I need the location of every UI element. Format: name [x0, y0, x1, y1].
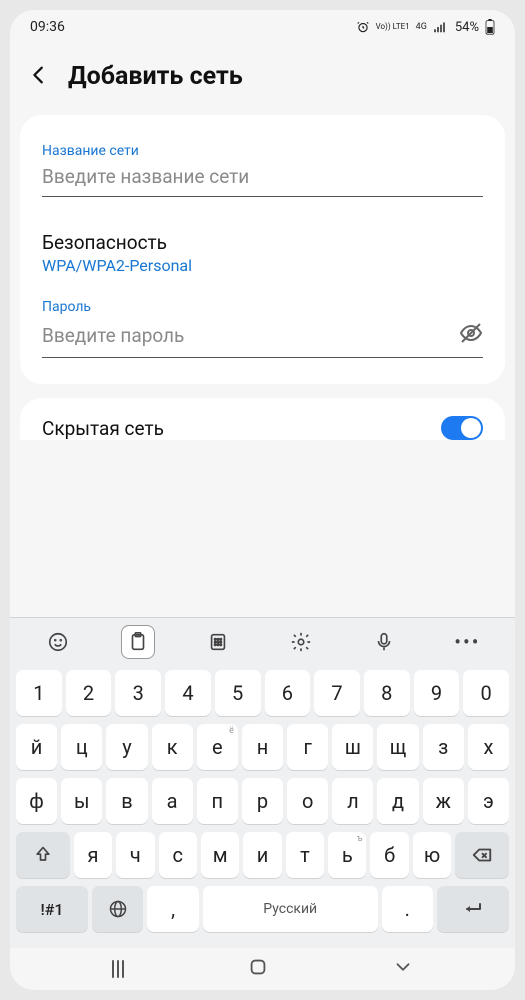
- kb-row-1: йцукеёнгшщзх: [14, 724, 511, 770]
- keypad-icon[interactable]: [198, 622, 238, 662]
- more-icon[interactable]: •••: [447, 622, 487, 662]
- key-к[interactable]: к: [152, 724, 193, 770]
- key-в[interactable]: в: [106, 778, 147, 824]
- kb-row-numbers: 1234567890: [14, 670, 511, 716]
- clipboard-icon[interactable]: [121, 625, 155, 659]
- keyboard-toolbar: •••: [10, 618, 515, 666]
- back-button[interactable]: [28, 64, 50, 90]
- nav-bar: [10, 948, 515, 990]
- alarm-icon: [356, 20, 370, 34]
- network-name-label: Название сети: [42, 143, 483, 159]
- key-7[interactable]: 7: [314, 670, 360, 716]
- key-0[interactable]: 0: [463, 670, 509, 716]
- page-title: Добавить сеть: [68, 62, 243, 91]
- password-placeholder: Введите пароль: [42, 324, 459, 347]
- key-1[interactable]: 1: [16, 670, 62, 716]
- key-н[interactable]: н: [242, 724, 283, 770]
- nav-back[interactable]: [392, 956, 414, 982]
- network-form-card: Название сети Введите название сети Безо…: [20, 115, 505, 384]
- key-shift[interactable]: [16, 832, 70, 878]
- hidden-network-toggle[interactable]: [441, 416, 483, 440]
- kb-row-bottom: !#1 , Русский .: [14, 886, 511, 932]
- key-л[interactable]: л: [332, 778, 373, 824]
- key-5[interactable]: 5: [215, 670, 261, 716]
- page-header: Добавить сеть: [10, 44, 515, 115]
- key-я[interactable]: я: [74, 832, 112, 878]
- toggle-password-visibility-icon[interactable]: [459, 321, 483, 349]
- key-м[interactable]: м: [201, 832, 239, 878]
- key-comma[interactable]: ,: [147, 886, 198, 932]
- key-enter[interactable]: [437, 886, 509, 932]
- status-time: 09:36: [30, 19, 65, 35]
- key-ю[interactable]: ю: [413, 832, 451, 878]
- key-з[interactable]: з: [423, 724, 464, 770]
- security-label: Безопасность: [42, 231, 483, 254]
- key-о[interactable]: о: [287, 778, 328, 824]
- key-б[interactable]: б: [370, 832, 408, 878]
- status-battery: 54%: [455, 20, 479, 35]
- nav-recent[interactable]: [112, 960, 124, 978]
- key-backspace[interactable]: [455, 832, 509, 878]
- key-ш[interactable]: ш: [332, 724, 373, 770]
- settings-icon[interactable]: [281, 622, 321, 662]
- key-д[interactable]: д: [377, 778, 418, 824]
- key-а[interactable]: а: [152, 778, 193, 824]
- key-у[interactable]: у: [106, 724, 147, 770]
- statusbar: 09:36 Vo)) LTE1 4G 54%: [10, 10, 515, 44]
- key-ч[interactable]: ч: [116, 832, 154, 878]
- mic-icon[interactable]: [364, 622, 404, 662]
- nav-home[interactable]: [247, 956, 269, 982]
- key-и[interactable]: и: [243, 832, 281, 878]
- key-х[interactable]: х: [468, 724, 509, 770]
- key-8[interactable]: 8: [364, 670, 410, 716]
- status-net2: 4G: [416, 22, 427, 32]
- key-space[interactable]: Русский: [203, 886, 378, 932]
- key-dot[interactable]: .: [382, 886, 433, 932]
- battery-icon: [485, 19, 495, 35]
- key-symbols[interactable]: !#1: [16, 886, 88, 932]
- key-6[interactable]: 6: [265, 670, 311, 716]
- keyboard: ••• 1234567890 йцукеёнгшщзх фывапролджэ …: [10, 617, 515, 948]
- key-е[interactable]: её: [197, 724, 238, 770]
- key-п[interactable]: п: [197, 778, 238, 824]
- key-щ[interactable]: щ: [377, 724, 418, 770]
- security-value[interactable]: WPA/WPA2-Personal: [42, 256, 483, 275]
- network-name-placeholder: Введите название сети: [42, 165, 483, 188]
- key-э[interactable]: э: [468, 778, 509, 824]
- status-net1: Vo)) LTE1: [376, 23, 410, 31]
- key-ь[interactable]: ьъ: [328, 832, 366, 878]
- key-с[interactable]: с: [159, 832, 197, 878]
- key-ы[interactable]: ы: [61, 778, 102, 824]
- signal-icon: [433, 21, 449, 33]
- key-3[interactable]: 3: [115, 670, 161, 716]
- key-ж[interactable]: ж: [423, 778, 464, 824]
- key-ф[interactable]: ф: [16, 778, 57, 824]
- hidden-network-row[interactable]: Скрытая сеть: [20, 398, 505, 440]
- password-input[interactable]: Введите пароль: [42, 321, 483, 358]
- kb-row-2: фывапролджэ: [14, 778, 511, 824]
- key-г[interactable]: г: [287, 724, 328, 770]
- kb-row-3: ячсмитьъбю: [14, 832, 511, 878]
- network-name-input[interactable]: Введите название сети: [42, 165, 483, 197]
- key-р[interactable]: р: [242, 778, 283, 824]
- emoji-icon[interactable]: [38, 622, 78, 662]
- key-2[interactable]: 2: [66, 670, 112, 716]
- key-language[interactable]: [92, 886, 143, 932]
- key-ц[interactable]: ц: [61, 724, 102, 770]
- key-4[interactable]: 4: [165, 670, 211, 716]
- key-т[interactable]: т: [286, 832, 324, 878]
- key-9[interactable]: 9: [414, 670, 460, 716]
- password-label: Пароль: [42, 299, 483, 315]
- hidden-network-label: Скрытая сеть: [42, 417, 164, 440]
- key-й[interactable]: й: [16, 724, 57, 770]
